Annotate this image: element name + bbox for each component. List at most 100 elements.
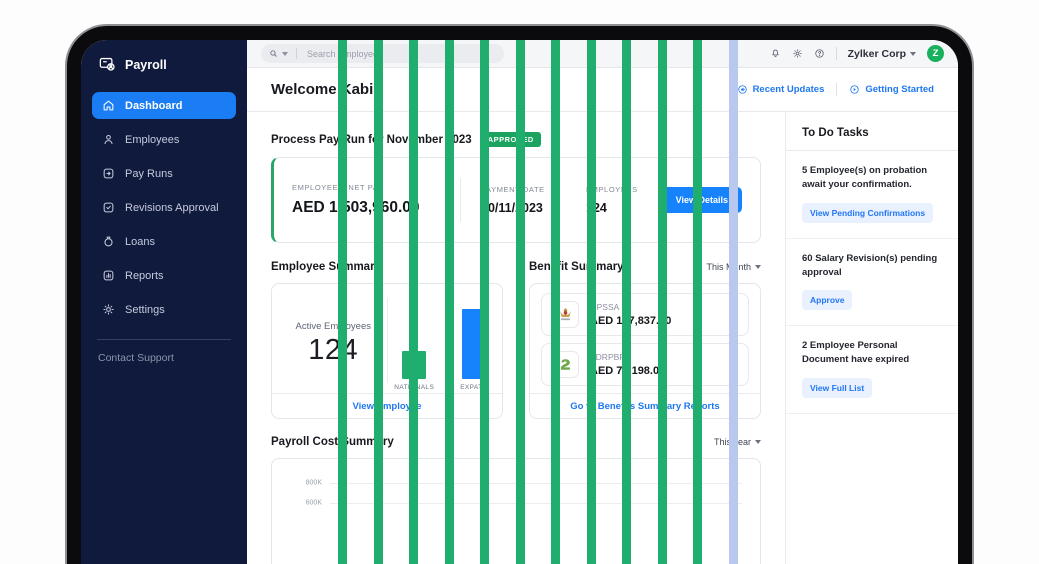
payroll-app-icon — [98, 55, 117, 74]
sidebar-item-label: Settings — [125, 304, 165, 316]
employee-summary-card: Active Employees 124 NATIONALS — [271, 283, 503, 419]
active-employees-count: 124 — [308, 334, 358, 367]
stat-label: PAYMENT DATE — [481, 185, 586, 194]
sidebar-item-label: Loans — [125, 236, 155, 248]
gear-icon — [102, 303, 115, 316]
sidebar-item-reports[interactable]: Reports — [92, 262, 236, 289]
sidebar-item-label: Reports — [125, 270, 164, 282]
stat-divider — [460, 178, 461, 222]
employee-summary-title: Employee Summary — [271, 261, 381, 273]
topbar-actions: Zylker Corp Z — [770, 45, 944, 62]
todo-task-expired-documents: 2 Employee Personal Document have expire… — [786, 326, 958, 414]
employee-summary-section: Employee Summary Active Employees 124 — [271, 260, 503, 419]
avatar[interactable]: Z — [927, 45, 944, 62]
search-divider — [296, 48, 297, 59]
search-scope-caret-icon[interactable] — [282, 52, 288, 56]
sidebar: Payroll Dashboard Employees — [81, 40, 247, 564]
view-pending-confirmations-button[interactable]: View Pending Confirmations — [802, 203, 933, 223]
megaphone-icon — [737, 84, 748, 95]
chevron-down-icon — [910, 52, 916, 56]
tablet-device-frame: Payroll Dashboard Employees — [65, 24, 974, 564]
sidebar-item-label: Revisions Approval — [125, 202, 219, 214]
employee-mini-chart: NATIONALS EXPATS — [388, 294, 495, 393]
benefit-row-adrpbf[interactable]: ADRPBF AED 75,198.00 — [541, 343, 749, 386]
benefit-summary-title: Benefit Summary — [529, 261, 624, 273]
payroll-cost-bar — [409, 40, 418, 564]
header-links-divider — [836, 83, 837, 96]
sidebar-item-revisions-approval[interactable]: Revisions Approval — [92, 194, 236, 221]
payroll-cost-bar — [338, 40, 347, 564]
welcome-header: Welcome Kabir! Recent Updates — [247, 68, 958, 112]
sidebar-item-employees[interactable]: Employees — [92, 126, 236, 153]
benefit-summary-section: Benefit Summary This Month — [529, 260, 761, 419]
getting-started-label: Getting Started — [865, 84, 934, 95]
topbar: Zylker Corp Z — [247, 40, 958, 68]
org-name: Zylker Corp — [848, 48, 906, 60]
stat-value: 30/11/2023 — [481, 201, 586, 215]
dashboard-main: Process Pay Run for November 2023 APPROV… — [247, 112, 785, 564]
payroll-cost-bar — [622, 40, 631, 564]
main-area: Zylker Corp Z Welcome Kabir! Recent U — [247, 40, 958, 564]
settings-gear-icon[interactable] — [792, 48, 803, 59]
task-text: 60 Salary Revision(s) pending approval — [802, 252, 942, 281]
payroll-cost-card: 800K 600K — [271, 458, 761, 564]
todo-panel: To Do Tasks 5 Employee(s) on probation a… — [785, 112, 958, 564]
y-tick-label: 600K — [286, 500, 322, 507]
sidebar-item-label: Employees — [125, 134, 179, 146]
todo-task-probation: 5 Employee(s) on probation await your co… — [786, 151, 958, 239]
approve-button[interactable]: Approve — [802, 290, 852, 310]
payroll-cost-bar — [658, 40, 667, 564]
y-tick-label: 800K — [286, 480, 322, 487]
org-switcher[interactable]: Zylker Corp — [848, 48, 916, 60]
recent-updates-label: Recent Updates — [753, 84, 825, 95]
payrun-heading: Process Pay Run for November 2023 — [271, 134, 472, 146]
bar-chart-icon — [102, 269, 115, 282]
app-logo-row: Payroll — [92, 53, 236, 78]
payroll-cost-bar — [729, 40, 738, 564]
payroll-cost-bar — [374, 40, 383, 564]
sidebar-item-loans[interactable]: Loans — [92, 228, 236, 255]
contact-support-link[interactable]: Contact Support — [92, 352, 236, 364]
benefit-row-gpssa[interactable]: GPSSA AED 127,837.00 — [541, 293, 749, 336]
home-icon — [102, 99, 115, 112]
view-full-list-button[interactable]: View Full List — [802, 378, 872, 398]
app-screen: Payroll Dashboard Employees — [81, 40, 958, 564]
payroll-cost-bar — [551, 40, 560, 564]
payroll-cost-bar — [587, 40, 596, 564]
check-square-icon — [102, 201, 115, 214]
task-text: 5 Employee(s) on probation await your co… — [802, 164, 942, 193]
payroll-cost-bar — [516, 40, 525, 564]
search-icon — [269, 49, 278, 58]
sidebar-item-dashboard[interactable]: Dashboard — [92, 92, 236, 119]
content: Process Pay Run for November 2023 APPROV… — [247, 112, 958, 564]
app-name: Payroll — [125, 58, 167, 72]
sidebar-item-label: Pay Runs — [125, 168, 173, 180]
payroll-cost-bar — [480, 40, 489, 564]
person-icon — [102, 133, 115, 146]
payroll-cost-section: Payroll Cost Summary This year 800K — [271, 435, 761, 564]
sidebar-item-pay-runs[interactable]: Pay Runs — [92, 160, 236, 187]
active-employees-label: Active Employees — [295, 321, 371, 332]
payroll-cost-bars — [338, 473, 738, 564]
payroll-cost-chart: 800K 600K — [286, 473, 746, 564]
page-title: Welcome Kabir! — [271, 81, 384, 98]
sidebar-item-settings[interactable]: Settings — [92, 296, 236, 323]
task-text: 2 Employee Personal Document have expire… — [802, 339, 942, 368]
topbar-divider — [836, 47, 837, 60]
payroll-cost-bar — [445, 40, 454, 564]
getting-started-link[interactable]: Getting Started — [849, 84, 934, 95]
todo-title: To Do Tasks — [786, 112, 958, 151]
status-badge: APPROVED — [481, 132, 541, 147]
header-links: Recent Updates Getting Started — [737, 83, 934, 96]
payment-date-stat: PAYMENT DATE 30/11/2023 — [481, 185, 586, 215]
sidebar-divider — [97, 339, 231, 340]
help-icon[interactable] — [814, 48, 825, 59]
sidebar-nav: Dashboard Employees Pay Runs — [92, 92, 236, 323]
play-circle-icon — [849, 84, 860, 95]
sidebar-item-label: Dashboard — [125, 100, 182, 112]
todo-task-salary-revisions: 60 Salary Revision(s) pending approval A… — [786, 239, 958, 327]
chevron-down-icon — [755, 265, 761, 269]
pay-runs-icon — [102, 167, 115, 180]
recent-updates-link[interactable]: Recent Updates — [737, 84, 825, 95]
bell-icon[interactable] — [770, 48, 781, 59]
